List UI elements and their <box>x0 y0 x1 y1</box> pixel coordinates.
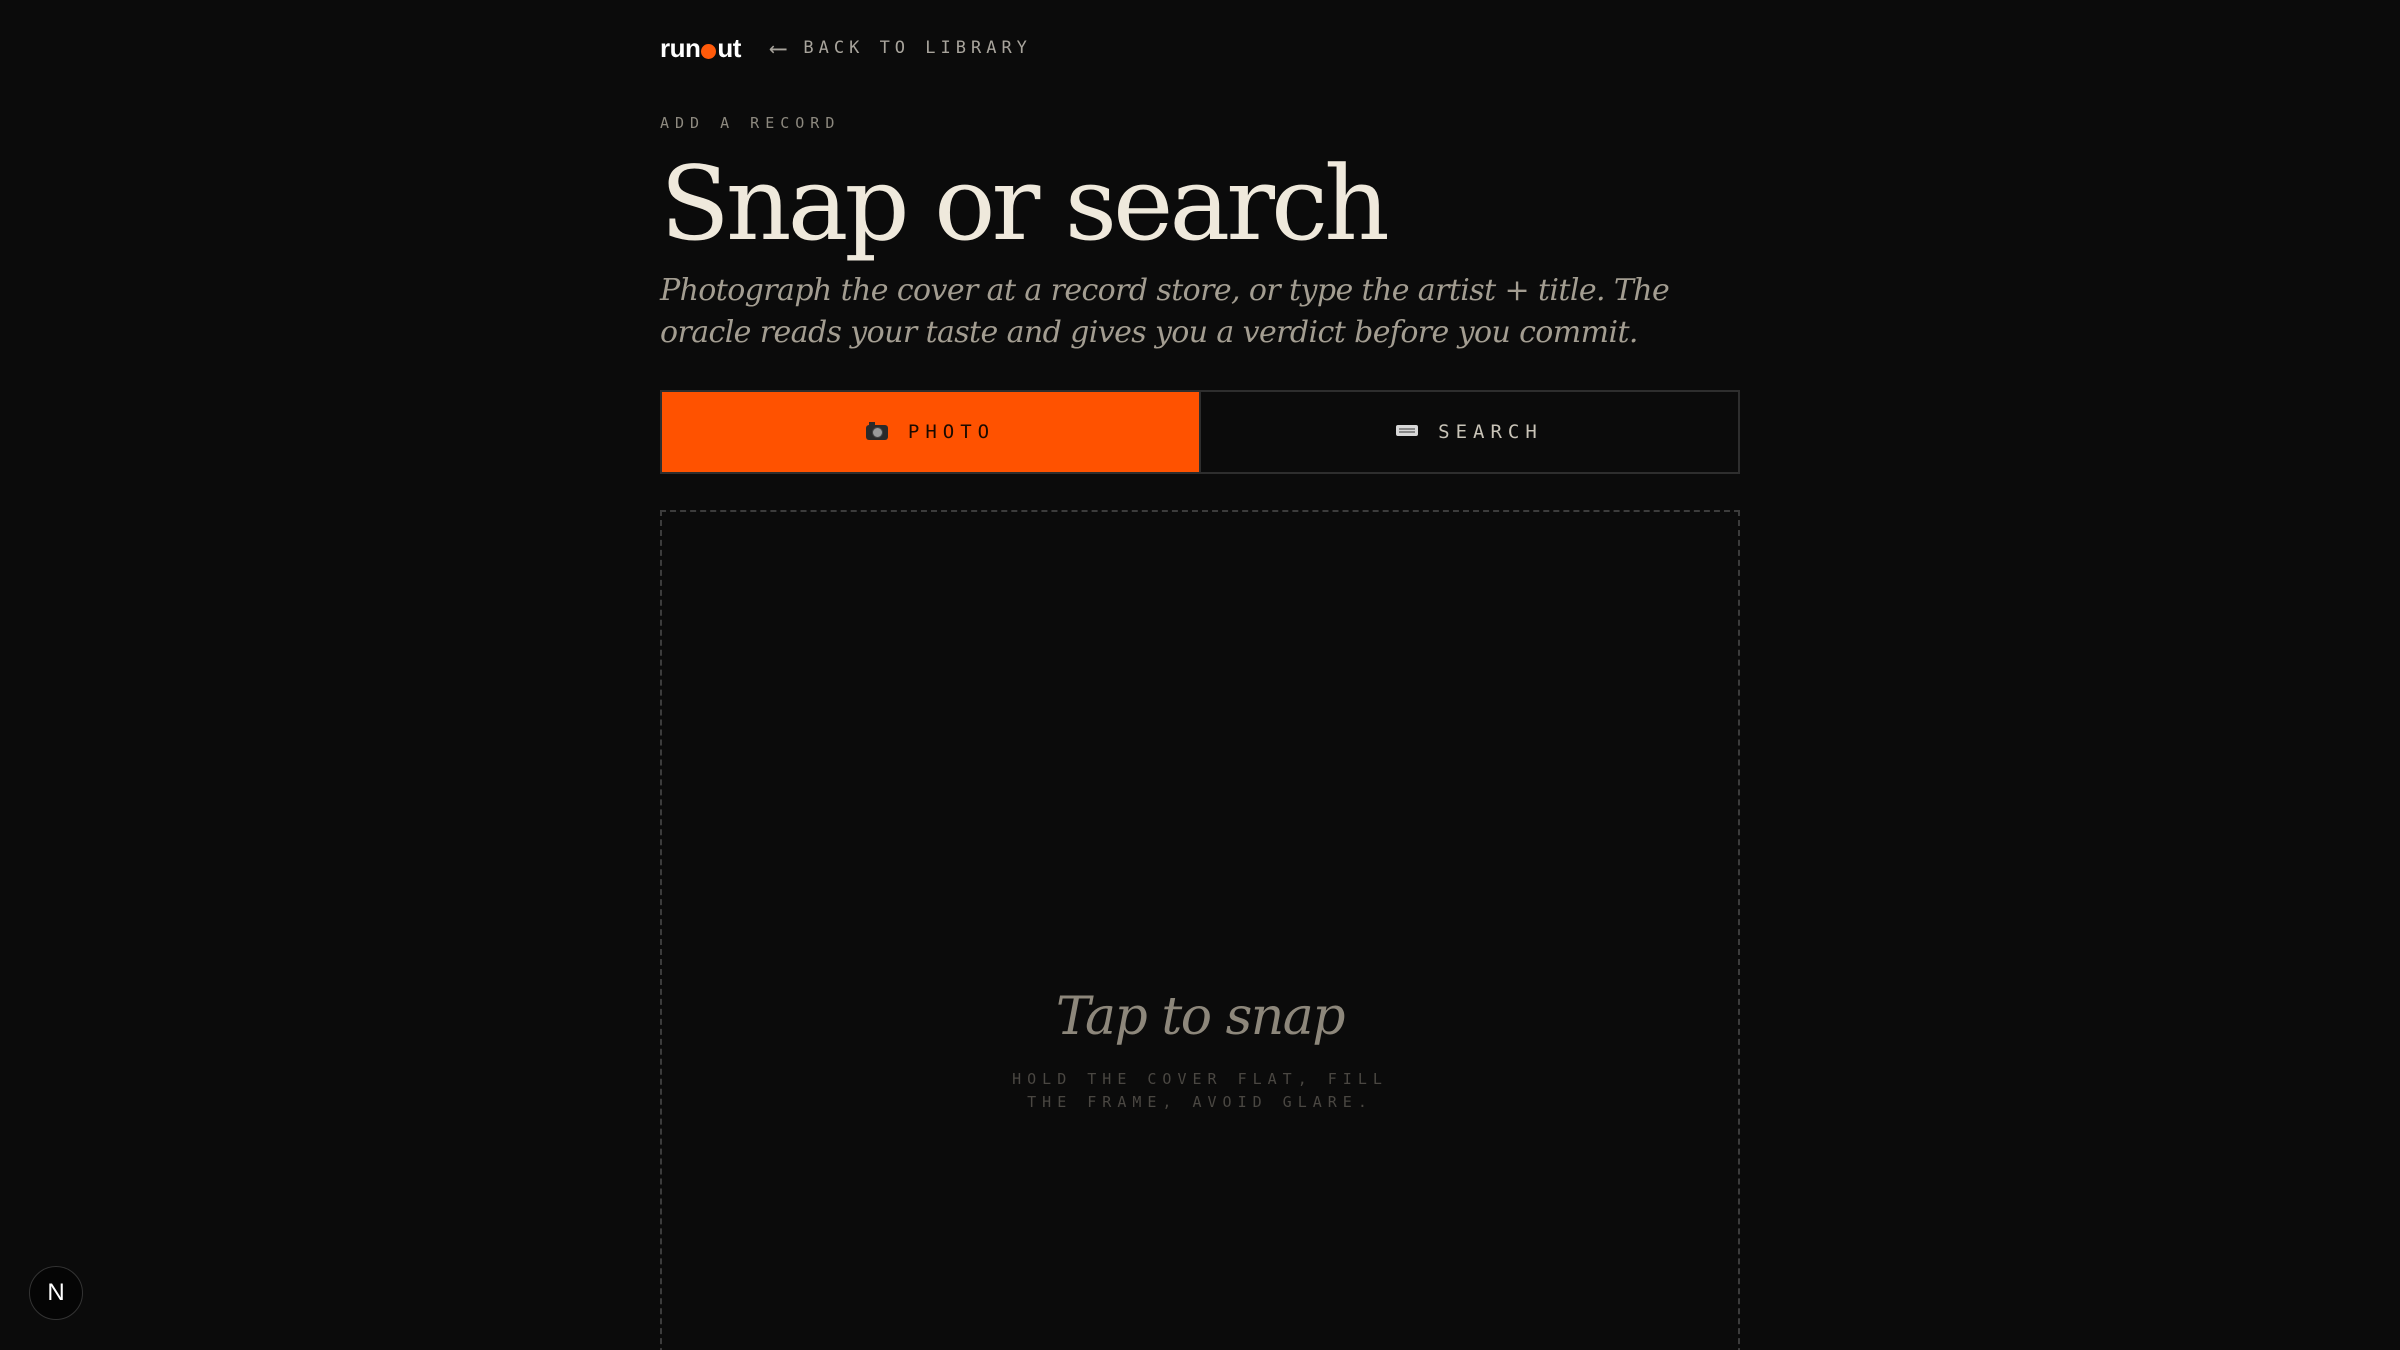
camera-icon <box>865 421 888 440</box>
photo-capture-dropzone[interactable]: Tap to snap HOLD THE COVER FLAT, FILL TH… <box>660 510 1740 1350</box>
page-subtitle: Photograph the cover at a record store, … <box>660 273 1670 350</box>
back-to-library-link[interactable]: ⟵ BACK TO LIBRARY <box>771 34 1032 62</box>
mode-tabs: PHOTO SEARCH <box>660 390 1740 474</box>
tab-search[interactable]: SEARCH <box>1199 392 1738 472</box>
logo-dot-icon <box>701 43 717 59</box>
dropzone-title: Tap to snap <box>1055 987 1346 1047</box>
page-title: Snap or search <box>660 145 1390 264</box>
tab-search-label: SEARCH <box>1438 421 1543 443</box>
arrow-left-icon: ⟵ <box>770 34 786 62</box>
tab-photo[interactable]: PHOTO <box>662 392 1199 472</box>
runout-logo[interactable]: run ut <box>660 33 741 64</box>
nextjs-icon: N <box>47 1279 65 1306</box>
top-bar: run ut ⟵ BACK TO LIBRARY <box>660 30 1740 66</box>
dropzone-hint: HOLD THE COVER FLAT, FILL THE FRAME, AVO… <box>1012 1070 1388 1111</box>
logo-text-start: run <box>660 32 701 63</box>
nextjs-dev-badge[interactable]: N <box>29 1266 83 1320</box>
back-link-label: BACK TO LIBRARY <box>803 38 1032 58</box>
tab-photo-label: PHOTO <box>907 421 996 443</box>
keyboard-icon <box>1396 424 1419 436</box>
logo-text-end: ut <box>717 32 741 63</box>
page-eyebrow: ADD A RECORD <box>660 114 841 132</box>
